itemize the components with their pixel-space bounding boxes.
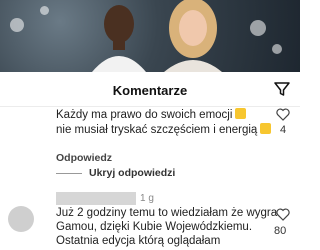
comment-2-line-1: Już 2 godziny temu to wiedziałam że wygr…	[56, 207, 278, 219]
comment-2-like-count: 80	[274, 225, 287, 237]
reply-button[interactable]: Odpowiedz	[56, 152, 112, 164]
comment-2-line-3: Ostatnia edycja którą oglądałam	[56, 235, 221, 247]
hide-replies-button[interactable]: Ukryj odpowiedzi	[89, 167, 175, 179]
comment-timestamp: 1 g	[140, 193, 154, 204]
comment-2-line-2: Gamou, dzięki Kubie Wojewódzkiemu.	[56, 221, 253, 233]
person-left-figure	[92, 5, 146, 72]
comment-1-line-2: nie musiał tryskać szczęściem i energią	[56, 123, 272, 137]
heart-icon[interactable]	[276, 108, 290, 121]
hide-replies-line	[56, 173, 82, 174]
comment-1-line-1: Każdy ma prawo do swoich emocji	[56, 108, 247, 122]
heart-icon[interactable]	[276, 208, 290, 221]
sheet-header: Komentarze	[0, 72, 300, 107]
post-photo	[0, 0, 300, 72]
person-right-figure	[164, 0, 222, 72]
comments-sheet: Komentarze Każdy ma prawo do swoich emoc…	[0, 72, 300, 250]
raised-hands-emoji	[235, 108, 247, 119]
comment-1-like-count: 4	[280, 124, 287, 136]
filter-icon[interactable]	[274, 81, 290, 97]
sheet-title: Komentarze	[112, 83, 188, 98]
raised-hands-emoji	[260, 123, 272, 134]
redacted-username	[56, 192, 136, 205]
avatar[interactable]	[8, 206, 34, 232]
